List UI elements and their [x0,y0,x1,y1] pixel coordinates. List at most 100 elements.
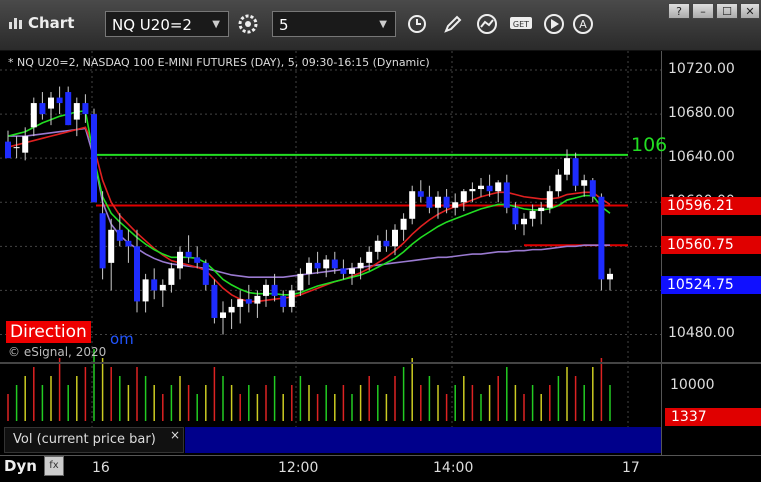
candle-body [495,182,502,192]
candle-body [323,259,330,269]
candle-body [340,268,347,274]
candle-body [598,196,605,280]
price-axis-label: 10480.00 [668,325,735,342]
interval-combo[interactable]: 5 ▼ [272,11,396,37]
candle-body [392,229,398,247]
direction-label: Direction [6,321,91,343]
volume-tag: 1337 [665,408,761,426]
candle-body [374,240,381,252]
symbol-description: * NQ U20=2, NASDAQ 100 E-MINI FUTURES (D… [8,56,430,69]
candle-body [280,295,287,307]
volume-axis-label: 10000 [670,377,715,393]
get-button[interactable]: GET [508,11,534,37]
clock-icon [408,15,426,33]
chart-icon [9,18,22,29]
candle-body [168,268,175,285]
candle-body [151,279,158,291]
candle-body [237,299,244,307]
help-button[interactable]: ? [668,3,690,19]
candle-body [271,284,278,296]
candle-body [142,279,149,302]
candle-body [263,284,269,296]
candle-body [409,191,416,219]
play-icon [544,14,564,34]
dynamic-label: Dyn [4,457,37,475]
candle-body [116,229,123,241]
candle-body [572,158,579,186]
candle-body [435,196,441,208]
alert-icon: A [573,14,593,34]
candle-body [400,218,407,230]
candle-body [486,185,493,192]
candle-body [581,180,588,186]
svg-text:GET: GET [513,20,529,29]
candle-body [452,202,459,208]
candle-body [22,136,29,153]
candle-body [48,97,54,109]
price-tag: 10524.75 [661,275,761,294]
volume-panel-label[interactable]: Vol (current price bar) [4,427,184,453]
play-button[interactable] [541,11,567,37]
studies-button[interactable] [474,11,500,37]
close-button[interactable]: ✕ [740,3,760,19]
get-icon: GET [510,17,532,29]
candle-body [555,174,562,192]
candle-body [460,191,467,203]
candle-body [469,189,476,192]
candle-body [82,103,89,115]
direction-trail: om [110,330,134,348]
candle-body [108,229,115,263]
chart-toolbar: Chart NQ U20=2 ▼ 5 ▼ GET A ? – ☐ ✕ [0,0,761,51]
candle-body [331,259,338,269]
candle-body [314,262,321,269]
candle-body [349,268,355,274]
candle-body [297,273,304,291]
alert-button[interactable]: A [570,11,596,37]
draw-button[interactable] [440,11,466,37]
maximize-button[interactable]: ☐ [716,3,738,19]
time-button[interactable] [404,11,430,37]
candle-body [13,147,20,149]
pencil-icon [444,15,462,33]
candle-body [211,284,218,318]
close-icon[interactable]: × [170,428,180,442]
candle-body [39,103,46,115]
price-axis-label: 10680.00 [668,105,735,122]
volume-panel-divider [0,362,761,364]
price-tag: 10560.75 [661,236,761,255]
price-chart[interactable] [0,51,761,481]
settings-button[interactable] [235,11,261,37]
symbol-combo[interactable]: NQ U20=2 ▼ [105,11,229,37]
candle-body [529,211,536,219]
volume-panel-bar [185,427,661,453]
time-axis-label: 14:00 [433,460,474,476]
candle-body [185,251,192,258]
candle-body [426,196,433,208]
candle-body [521,218,527,225]
candle-body [503,182,510,208]
chart-title-text: Chart [28,14,75,32]
candle-body [306,262,312,274]
candle-body [194,257,201,263]
copyright: © eSignal, 2020 [8,345,107,359]
chevron-down-icon: ▼ [212,19,220,30]
candle-body [288,290,295,307]
price-axis-label: 10720.00 [668,61,735,78]
candle-body [56,97,63,104]
price-tag: 10596.21 [661,196,761,215]
candle-body [91,114,97,203]
candle-body [245,299,252,304]
time-axis-label: 12:00 [278,460,319,476]
candle-body [65,92,72,126]
time-axis-label: 16 [92,460,110,476]
candle-body [512,207,519,225]
candle-body [220,312,226,318]
time-axis-label: 17 [622,460,640,476]
minimize-button[interactable]: – [692,3,714,19]
candle-body [5,141,11,159]
chevron-down-icon: ▼ [379,19,387,30]
candle-body [159,284,166,291]
candle-body [30,103,37,128]
fx-icon[interactable]: fx [44,456,64,476]
candle-body [607,273,613,280]
